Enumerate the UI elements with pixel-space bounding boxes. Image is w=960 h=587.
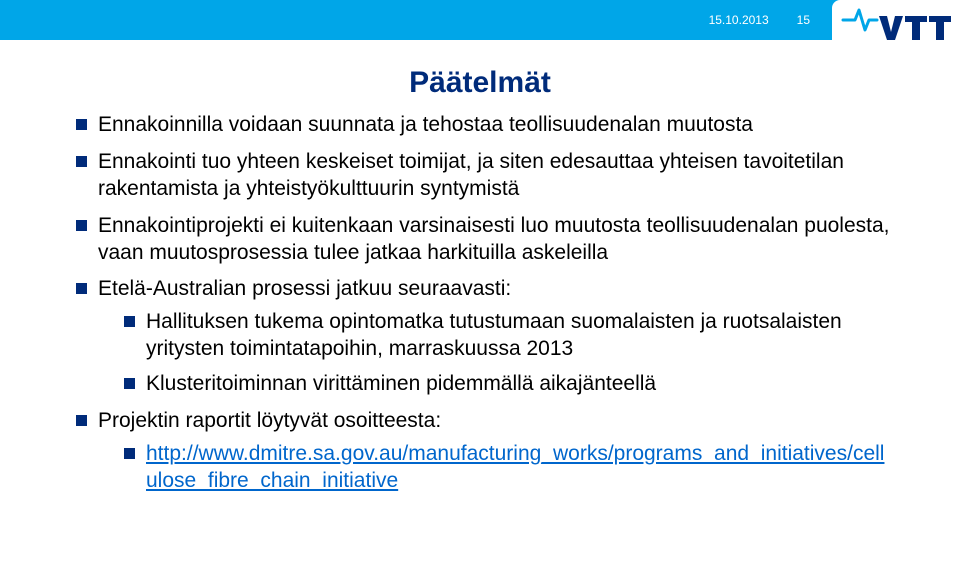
list-item: Ennakointiprojekti ei kuitenkaan varsina… (76, 213, 896, 267)
slide-date: 15.10.2013 (709, 13, 769, 27)
bullet-sublist: Hallituksen tukema opintomatka tutustuma… (98, 309, 896, 398)
slide-title: Päätelmät (0, 66, 960, 100)
bullet-list: Ennakoinnilla voidaan suunnata ja tehost… (76, 112, 896, 495)
bullet-sublist: http://www.dmitre.sa.gov.au/manufacturin… (98, 441, 896, 495)
list-item: Projektin raportit löytyvät osoitteesta:… (76, 408, 896, 495)
logo-container (832, 0, 960, 52)
bullet-text: Projektin raportit löytyvät osoitteesta: (98, 409, 441, 432)
bullet-text: Hallituksen tukema opintomatka tutustuma… (146, 310, 842, 360)
bullet-text: Ennakointiprojekti ei kuitenkaan varsina… (98, 214, 890, 264)
list-item: Ennakoinnilla voidaan suunnata ja tehost… (76, 112, 896, 139)
top-bar: 15.10.2013 15 (0, 0, 960, 40)
bullet-text: Ennakoinnilla voidaan suunnata ja tehost… (98, 113, 753, 136)
slide-content: Ennakoinnilla voidaan suunnata ja tehost… (76, 112, 896, 505)
list-item: Hallituksen tukema opintomatka tutustuma… (124, 309, 896, 363)
slide: 15.10.2013 15 Päätelmät Ennakoinnilla vo… (0, 0, 960, 587)
report-link[interactable]: http://www.dmitre.sa.gov.au/manufacturin… (146, 442, 884, 492)
list-item: Etelä-Australian prosessi jatkuu seuraav… (76, 276, 896, 398)
list-item: http://www.dmitre.sa.gov.au/manufacturin… (124, 441, 896, 495)
list-item: Klusteritoiminnan virittäminen pidemmäll… (124, 371, 896, 398)
list-item: Ennakointi tuo yhteen keskeiset toimijat… (76, 149, 896, 203)
bullet-text: Ennakointi tuo yhteen keskeiset toimijat… (98, 150, 844, 200)
bullet-text: Klusteritoiminnan virittäminen pidemmäll… (146, 372, 656, 395)
vtt-logo-icon (841, 6, 951, 46)
slide-page-number: 15 (797, 13, 810, 27)
bullet-text: Etelä-Australian prosessi jatkuu seuraav… (98, 277, 511, 300)
